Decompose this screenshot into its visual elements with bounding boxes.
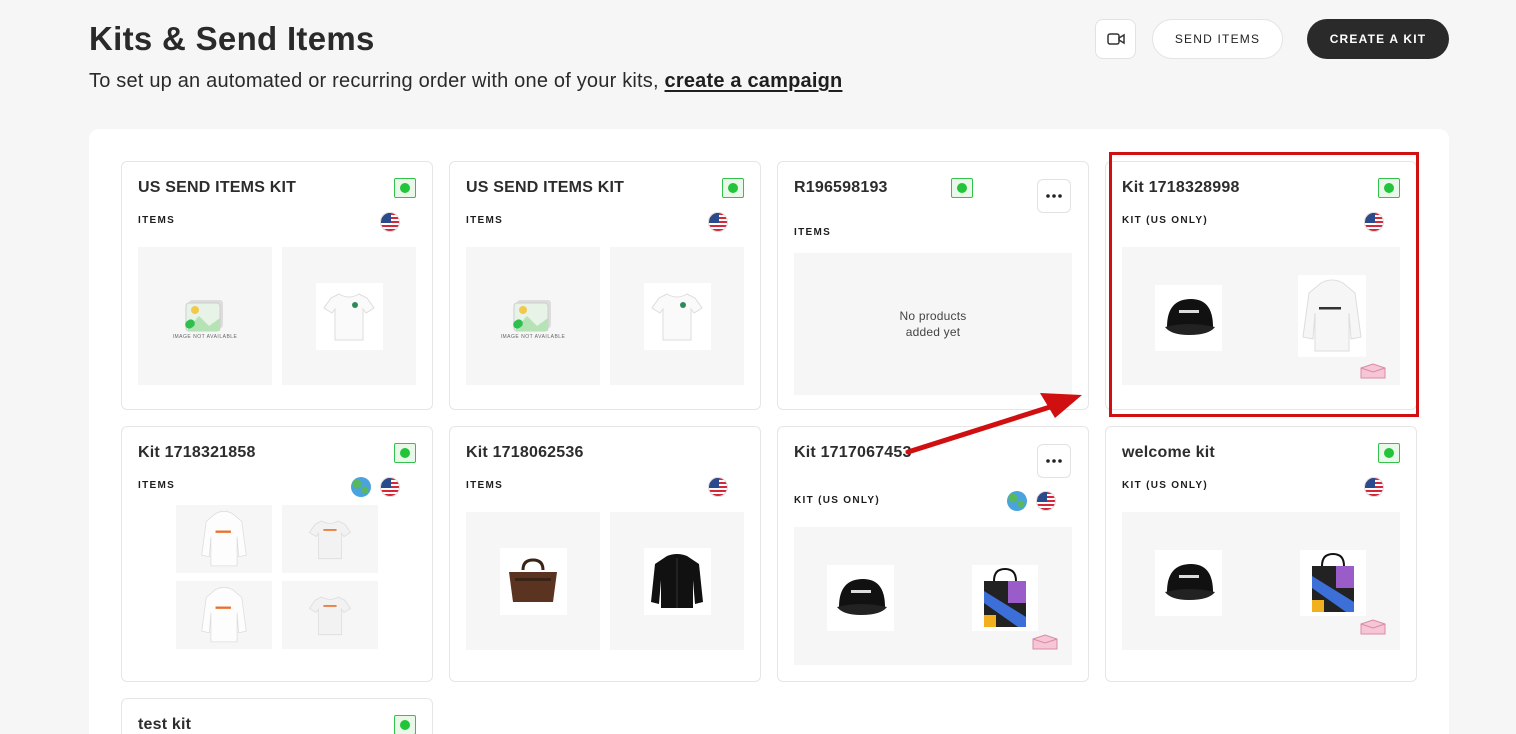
annotation-arrow: [905, 393, 1082, 455]
page: Kits & Send Items To set up an automated…: [0, 0, 1516, 734]
